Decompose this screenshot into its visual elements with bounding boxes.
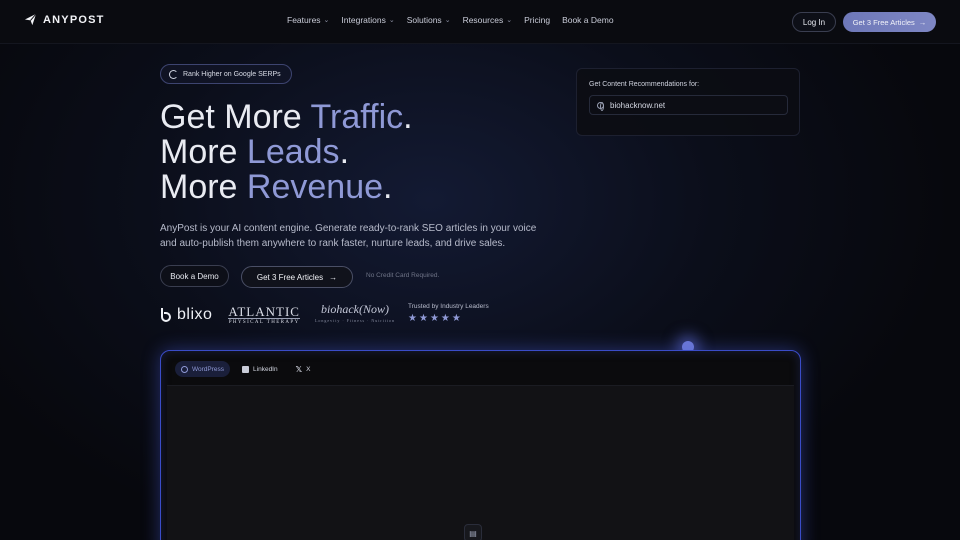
serp-badge: Rank Higher on Google SERPs <box>160 64 292 84</box>
nav-item-resources[interactable]: Resources ⌄ <box>463 15 513 25</box>
headline-line-2: More Leads. <box>160 133 350 171</box>
nav-item-features[interactable]: Features ⌄ <box>287 15 329 25</box>
domain-value: biohacknow.net <box>610 100 666 110</box>
atlantic-logo: ATLANTIC PHYSICAL THERAPY <box>228 304 300 325</box>
star-icon: ★ <box>418 313 428 324</box>
get-free-articles-button[interactable]: Get 3 Free Articles → <box>241 266 353 288</box>
headline-line-1: Get More Traffic. <box>160 98 413 136</box>
chevron-down-icon: ⌄ <box>323 17 330 24</box>
chevron-down-icon: ⌄ <box>388 17 395 24</box>
reco-label: Get Content Recommendations for: <box>589 81 700 88</box>
get-free-articles-nav-button[interactable]: Get 3 Free Articles → <box>843 12 936 32</box>
nav-links: Features ⌄ Integrations ⌄ Solutions ⌄ Resou… <box>287 15 614 25</box>
wordpress-icon <box>181 365 188 373</box>
star-icon: ★ <box>451 313 461 324</box>
nav-item-pricing[interactable]: Pricing <box>524 15 550 25</box>
book-demo-button[interactable]: Book a Demo <box>160 265 229 287</box>
brand-logo[interactable]: ANYPOST <box>24 13 105 26</box>
headline-line-3: More Revenue. <box>160 168 393 206</box>
nav-item-integrations[interactable]: Integrations ⌄ <box>341 15 394 25</box>
globe-icon <box>597 101 604 111</box>
chevron-down-icon: ⌄ <box>506 17 513 24</box>
linkedin-icon <box>242 365 250 373</box>
brand-name: ANYPOST <box>43 13 105 26</box>
arrow-right-icon: → <box>918 17 927 27</box>
tab-x[interactable]: 𝕏 X <box>290 361 317 377</box>
tab-wordpress[interactable]: WordPress <box>175 361 231 377</box>
x-icon: 𝕏 <box>295 364 303 374</box>
google-icon <box>169 69 178 79</box>
star-icon: ★ <box>408 313 417 324</box>
client-logos: blixo ATLANTIC PHYSICAL THERAPY biohack(… <box>160 303 395 327</box>
preview-content-area <box>167 385 794 540</box>
star-icon: ★ <box>429 313 439 324</box>
star-icon: ★ <box>440 313 450 324</box>
biohacknow-logo: biohack(Now) Longevity · Fitness · Nutri… <box>314 302 396 323</box>
content-recommendation-card: Get Content Recommendations for: biohack… <box>576 68 800 136</box>
paper-plane-icon <box>24 13 37 26</box>
platform-tabs: WordPress LinkedIn 𝕏 X <box>175 361 316 377</box>
trusted-rating: Trusted by Industry Leaders ★ ★ ★ ★ ★ <box>408 303 489 324</box>
top-nav: ANYPOST Features ⌄ Integrations ⌄ Solution… <box>0 0 960 44</box>
domain-input[interactable]: biohacknow.net <box>589 95 788 115</box>
document-icon: ▤ <box>464 524 482 540</box>
star-rating: ★ ★ ★ ★ ★ <box>408 314 489 324</box>
nav-item-solutions[interactable]: Solutions ⌄ <box>407 15 451 25</box>
tab-linkedin[interactable]: LinkedIn <box>236 361 284 377</box>
blixo-logo: blixo <box>160 306 212 324</box>
login-button[interactable]: Log In <box>792 12 836 32</box>
hero-subtitle: AnyPost is your AI content engine. Gener… <box>160 223 537 249</box>
no-credit-card-note: No Credit Card Required. <box>366 272 440 279</box>
chevron-down-icon: ⌄ <box>444 17 451 24</box>
hero-headline: Get More Traffic. More Leads. More Reven… <box>160 100 413 205</box>
blixo-mark-icon <box>161 308 171 322</box>
publish-preview-panel: WordPress LinkedIn 𝕏 X <box>160 350 801 540</box>
arrow-right-icon: → <box>329 272 338 282</box>
nav-item-book-demo[interactable]: Book a Demo <box>562 15 614 25</box>
